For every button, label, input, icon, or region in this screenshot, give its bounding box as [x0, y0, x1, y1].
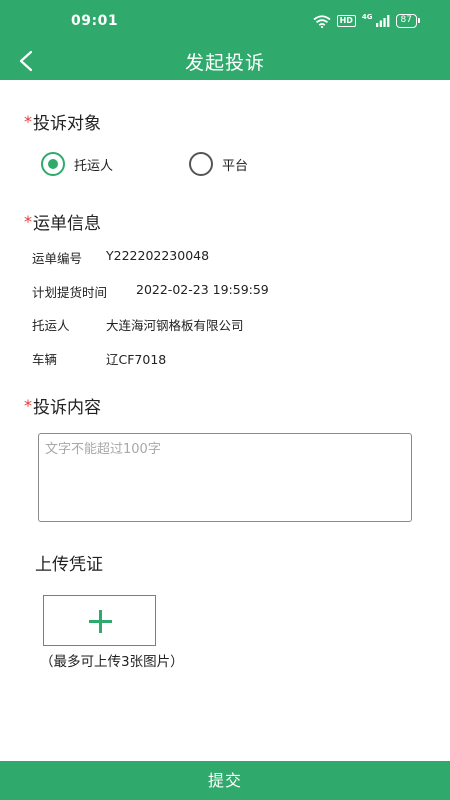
complaint-target-label: 投诉对象 [33, 114, 101, 134]
status-bar: 09:01 HD 4G 87 [0, 0, 450, 42]
complaint-content-label: 投诉内容 [33, 398, 101, 418]
required-mark: * [24, 212, 32, 231]
info-value: 辽CF7018 [106, 352, 167, 367]
radio-label-shipper: 托运人 [74, 158, 114, 174]
back-button[interactable] [12, 46, 42, 76]
page-title: 发起投诉 [184, 52, 265, 74]
required-mark: * [24, 112, 32, 131]
status-time: 09:01 [71, 13, 119, 29]
info-label: 车辆 [32, 352, 58, 367]
status-icons: HD 4G 87 [313, 13, 421, 28]
upload-title: 上传凭证 [35, 555, 103, 575]
info-label: 运单编号 [32, 251, 83, 266]
complaint-textarea[interactable] [38, 433, 412, 522]
complaint-target-title: *投诉对象 [24, 109, 101, 134]
radio-shipper[interactable] [41, 152, 65, 176]
signal-icon [375, 15, 389, 27]
plus-icon [89, 610, 112, 633]
nav-bar: 发起投诉 [0, 42, 450, 80]
required-mark: * [24, 396, 32, 415]
upload-image-button[interactable] [43, 595, 156, 646]
info-label: 托运人 [32, 318, 70, 333]
info-row-vehicle: 车辆 辽CF7018 [32, 349, 166, 368]
waybill-info-label: 运单信息 [33, 214, 101, 234]
info-label: 计划提货时间 [32, 285, 108, 300]
info-row-shipper: 托运人 大连海河钢格板有限公司 [32, 315, 244, 334]
info-value: 大连海河钢格板有限公司 [106, 318, 244, 333]
signal-type-label: 4G [361, 13, 373, 21]
submit-button[interactable]: 提交 [0, 761, 450, 800]
complaint-content-title: *投诉内容 [24, 393, 101, 418]
info-row-pickup-time: 计划提货时间 2022-02-23 19:59:59 [32, 282, 269, 301]
info-row-waybill-no: 运单编号 Y222202230048 [32, 248, 209, 267]
wifi-icon [313, 14, 331, 28]
info-value: Y222202230048 [106, 248, 210, 263]
waybill-info-title: *运单信息 [24, 209, 101, 234]
battery-icon: 87 [395, 14, 421, 28]
radio-platform[interactable] [189, 152, 213, 176]
radio-option-shipper[interactable]: 托运人 [41, 152, 113, 176]
chevron-left-icon [19, 50, 33, 72]
upload-hint: （最多可上传3张图片） [40, 654, 184, 670]
hd-icon: HD [336, 15, 356, 27]
radio-label-platform: 平台 [222, 158, 249, 174]
info-value: 2022-02-23 19:59:59 [136, 282, 269, 297]
radio-option-platform[interactable]: 平台 [189, 152, 248, 176]
